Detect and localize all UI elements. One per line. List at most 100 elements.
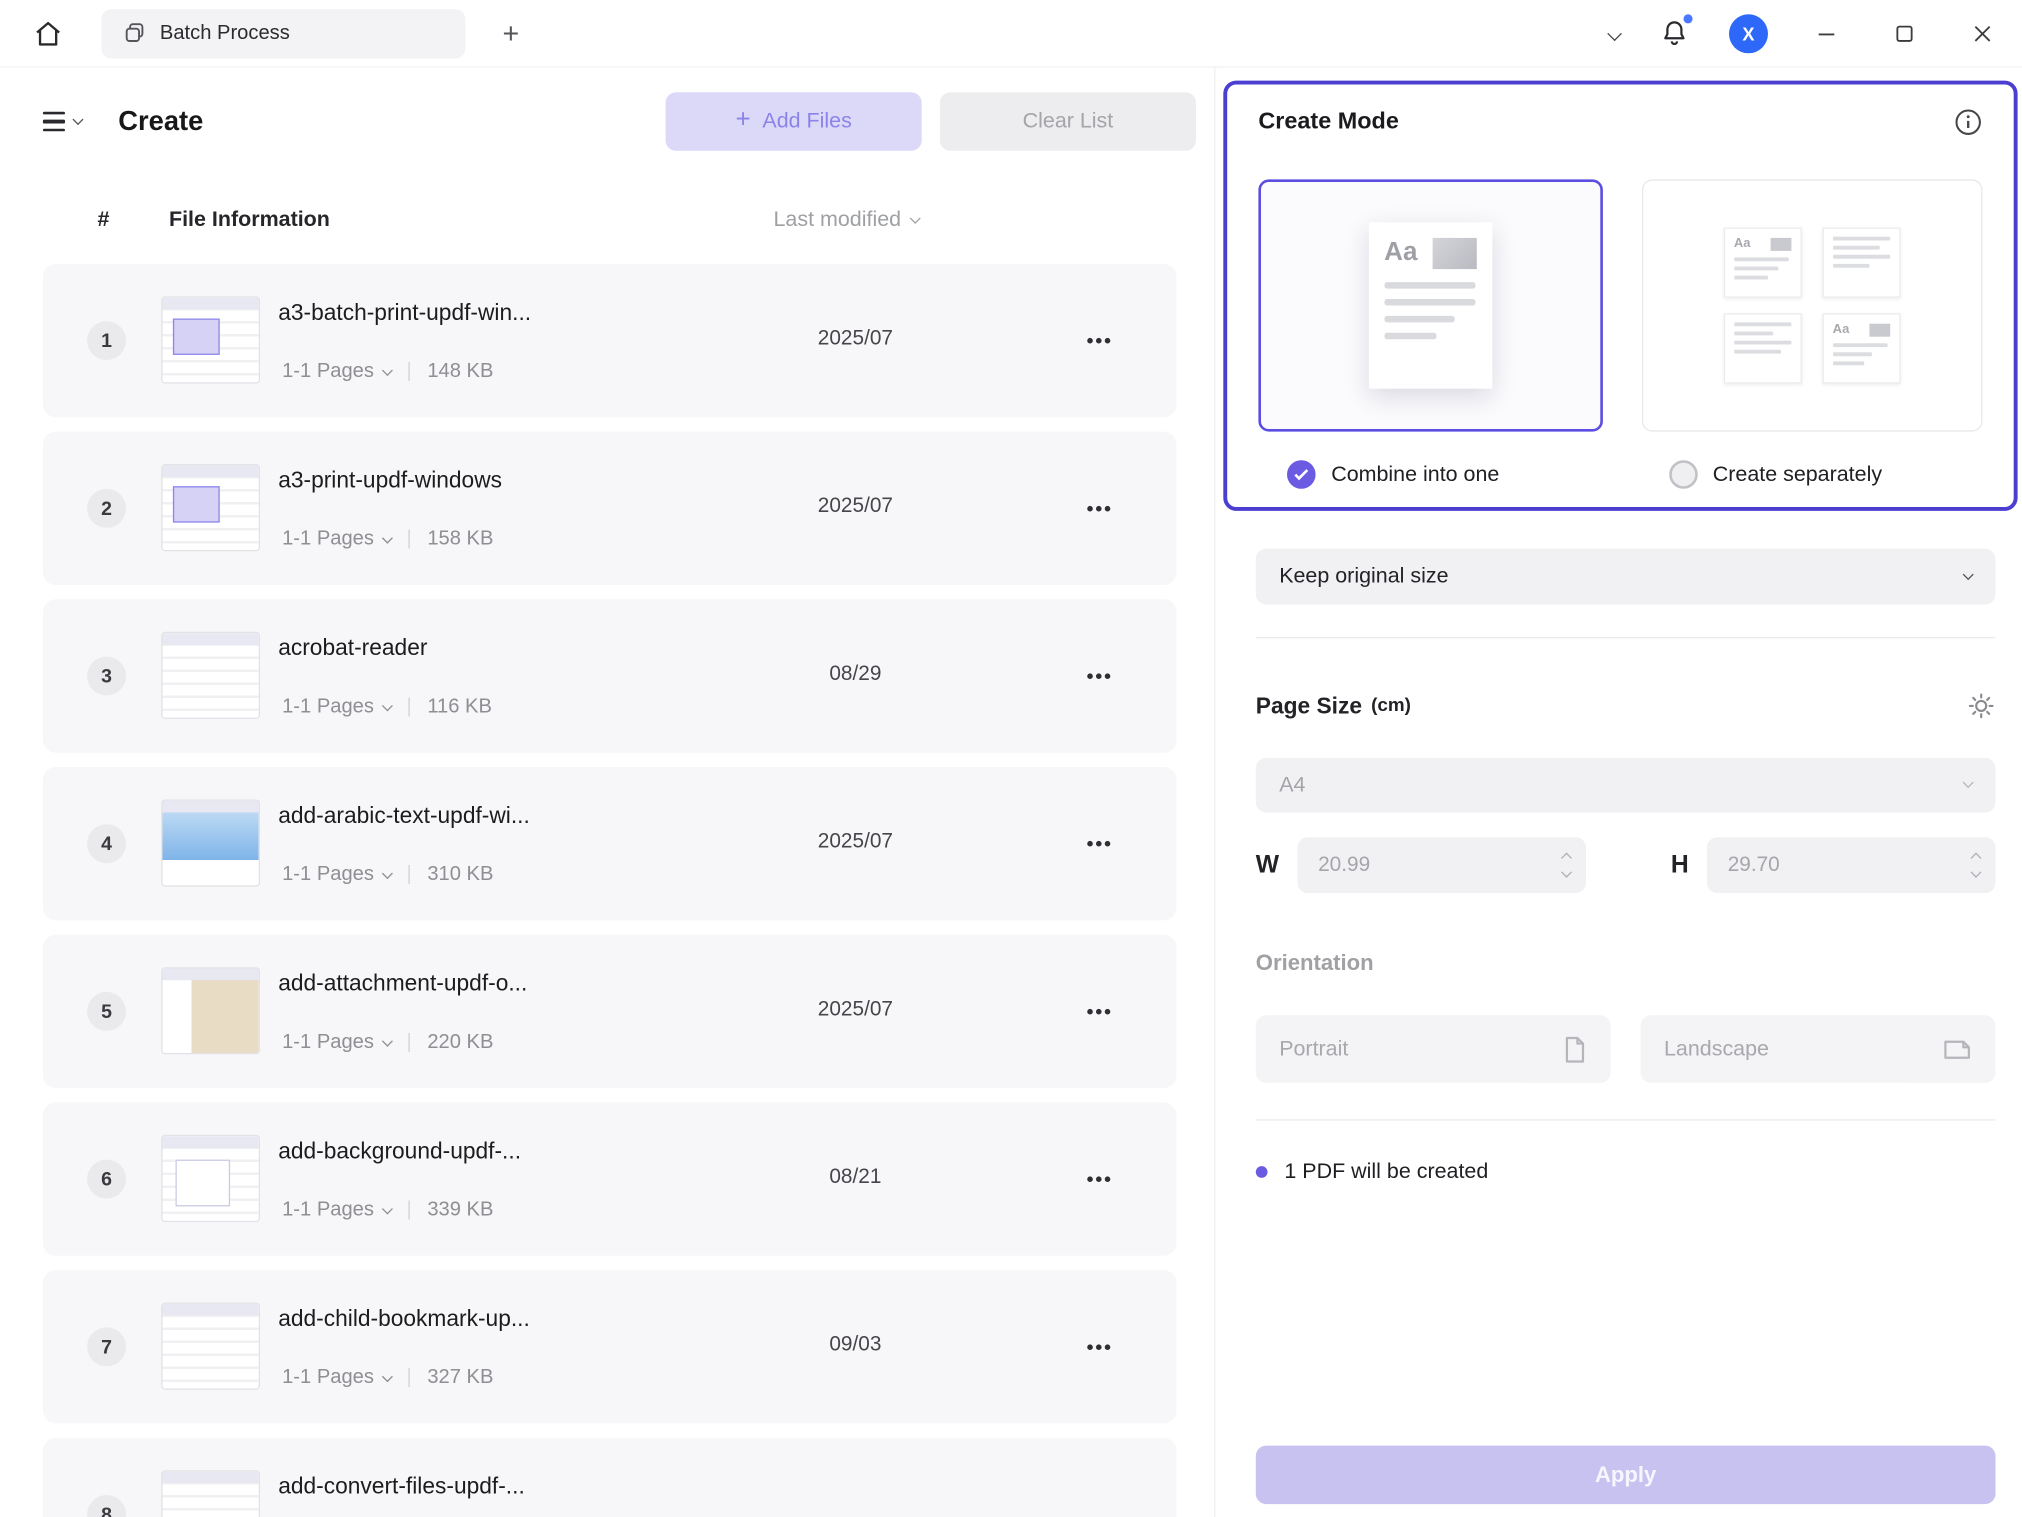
radio-unchecked-icon [1669,460,1698,489]
separate-mode-card[interactable]: Aa Aa [1641,179,1982,431]
stepper-up-icon [1561,852,1572,863]
height-field[interactable] [1707,837,1996,893]
row-more-button[interactable]: ••• [1067,824,1132,863]
avatar[interactable]: X [1729,14,1768,53]
apply-button[interactable]: Apply [1256,1446,1996,1505]
file-size: 158 KB [427,528,493,551]
width-label: W [1256,851,1279,880]
gear-icon [1967,692,1996,721]
file-thumbnail [161,464,260,551]
file-row[interactable]: 4 add-arabic-text-updf-wi... 1-1 Pages |… [43,767,1177,920]
file-index-badge: 4 [87,824,126,863]
file-name: a3-batch-print-updf-win... [278,299,531,326]
page-size-settings-button[interactable] [1967,692,1996,721]
height-stepper[interactable] [1972,837,1980,893]
menu-chevron-icon [72,114,83,125]
file-modified-date: 08/29 [771,663,940,686]
create-mode-title: Create Mode [1258,108,1398,135]
file-thumbnail [161,967,260,1054]
file-name: add-background-updf-... [278,1138,521,1165]
row-more-button[interactable]: ••• [1067,1160,1132,1199]
file-row[interactable]: 3 acrobat-reader 1-1 Pages | 116 KB 08/2… [43,599,1177,752]
chevron-down-icon [1607,26,1622,41]
info-button[interactable] [1954,107,1983,136]
file-row[interactable]: 8 add-convert-files-updf-... | ••• [43,1438,1177,1517]
page-size-label: Page Size [1256,692,1362,719]
combine-into-one-radio[interactable]: Combine into one [1258,460,1601,489]
file-row[interactable]: 5 add-attachment-updf-o... 1-1 Pages | 2… [43,935,1177,1088]
file-modified-date: 2025/07 [771,495,940,518]
clear-list-button[interactable]: Clear List [940,92,1196,150]
column-last-modified-sort[interactable]: Last modified [774,208,920,233]
file-name: acrobat-reader [278,634,427,661]
pages-dropdown[interactable]: 1-1 Pages [282,360,391,383]
file-thumbnail [161,800,260,887]
new-tab-button[interactable]: + [489,11,533,55]
home-button[interactable] [18,7,78,59]
file-name: a3-print-updf-windows [278,467,502,494]
pages-chevron-icon [381,1035,392,1046]
pages-dropdown[interactable]: 1-1 Pages [282,1366,391,1389]
column-file-information: File Information [169,208,330,233]
maximize-button[interactable] [1885,14,1924,53]
combine-mode-card[interactable]: Aa [1258,179,1602,431]
landscape-button[interactable]: Landscape [1641,1015,1996,1083]
height-input[interactable] [1707,837,1996,893]
file-modified-date: 2025/07 [771,831,940,854]
pages-dropdown[interactable]: 1-1 Pages [282,696,391,719]
tab-batch-process[interactable]: Batch Process [101,8,465,57]
file-row[interactable]: 6 add-background-updf-... 1-1 Pages | 33… [43,1102,1177,1255]
row-more-button[interactable]: ••• [1067,1327,1132,1366]
landscape-icon [1942,1037,1972,1062]
portrait-button[interactable]: Portrait [1256,1015,1611,1083]
minimize-button[interactable] [1807,14,1846,53]
maximize-icon [1895,24,1913,42]
orientation-label: Orientation [1256,950,2022,976]
row-more-button[interactable]: ••• [1067,657,1132,696]
file-list: 1 a3-batch-print-updf-win... 1-1 Pages |… [0,264,1214,1517]
file-row[interactable]: 1 a3-batch-print-updf-win... 1-1 Pages |… [43,264,1177,417]
pages-dropdown[interactable]: 1-1 Pages [282,528,391,551]
titlebar: Batch Process + X [0,0,2022,68]
file-modified-date: 2025/07 [771,328,940,351]
notification-dot [1683,14,1692,23]
file-name: add-arabic-text-updf-wi... [278,802,530,829]
sub-separator: | [406,1031,411,1054]
dropdown-chevron-button[interactable] [1609,28,1619,38]
status-text: 1 PDF will be created [1284,1160,1488,1185]
portrait-icon [1563,1034,1588,1064]
tab-label: Batch Process [160,21,290,44]
width-stepper[interactable] [1563,837,1571,893]
row-more-button[interactable]: ••• [1067,489,1132,528]
row-more-button[interactable]: ••• [1067,992,1132,1031]
file-thumbnail [161,1135,260,1222]
add-files-button[interactable]: + Add Files [666,92,922,150]
file-index-badge: 6 [87,1160,126,1199]
pages-dropdown[interactable]: 1-1 Pages [282,1199,391,1222]
pages-dropdown[interactable]: 1-1 Pages [282,863,391,886]
width-input[interactable] [1297,837,1586,893]
file-index-badge: 7 [87,1327,126,1366]
file-row[interactable]: 7 add-child-bookmark-up... 1-1 Pages | 3… [43,1270,1177,1423]
notifications-button[interactable] [1659,18,1690,49]
paper-size-dropdown[interactable]: A4 [1256,758,1996,813]
create-separately-radio[interactable]: Create separately [1640,460,1983,489]
file-row[interactable]: 2 a3-print-updf-windows 1-1 Pages | 158 … [43,432,1177,585]
size-mode-dropdown[interactable]: Keep original size [1256,549,1996,605]
pages-dropdown[interactable]: 1-1 Pages [282,1031,391,1054]
sub-separator: | [406,1199,411,1222]
hamburger-icon [43,112,65,131]
file-size: 339 KB [427,1199,493,1222]
file-thumbnail [161,632,260,719]
row-more-button[interactable]: ••• [1067,321,1132,360]
divider [1256,1119,1996,1120]
list-menu-button[interactable] [43,112,82,131]
page-size-unit: (cm) [1371,696,1411,717]
pages-chevron-icon [381,700,392,711]
pages-chevron-icon [381,1371,392,1382]
width-field[interactable] [1297,837,1586,893]
close-button[interactable] [1963,14,2002,53]
app-window: Batch Process + X [0,0,2022,1517]
file-name: add-child-bookmark-up... [278,1305,530,1332]
info-icon [1954,107,1983,136]
